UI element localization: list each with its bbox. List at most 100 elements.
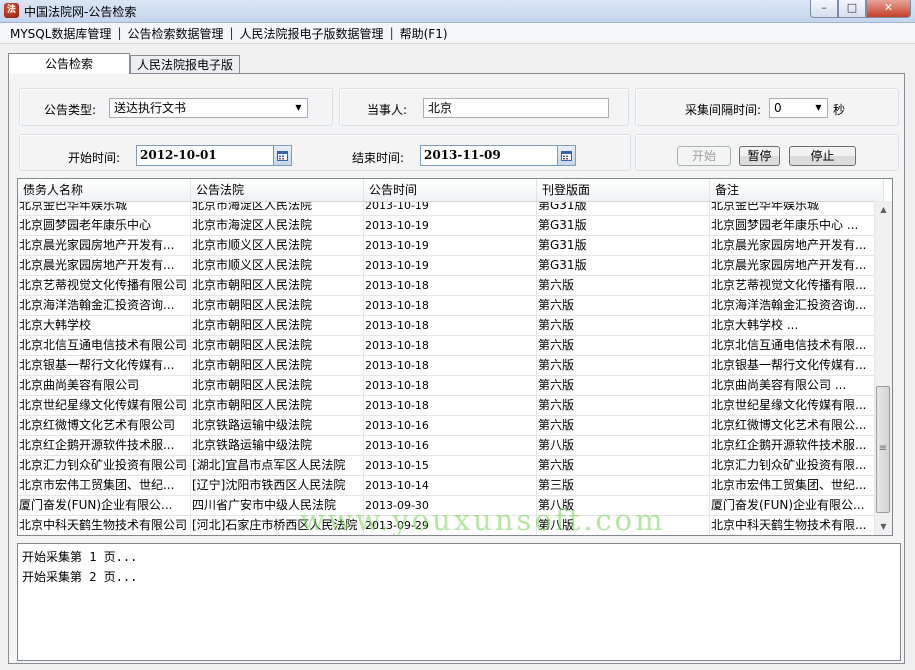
- cell-date: 2013-10-18: [364, 356, 537, 375]
- cell-debtor: 北京大韩学校: [18, 316, 191, 335]
- party-label: 当事人:: [367, 103, 408, 117]
- cell-date: 2013-10-16: [364, 436, 537, 455]
- cell-edition: 第G31版: [537, 256, 710, 275]
- menu-mysql[interactable]: MYSQL数据库管理: [6, 25, 115, 42]
- cell-date: 2013-10-18: [364, 336, 537, 355]
- window-title: 中国法院网-公告检索: [24, 5, 137, 19]
- interval-label: 采集间隔时间:: [685, 103, 762, 117]
- calendar-icon[interactable]: [273, 146, 291, 165]
- table-row[interactable]: 北京曲尚美容有限公司 北京市朝阳区人民法院 2013-10-18 第六版 北京曲尚美容有…: [18, 376, 884, 396]
- cell-court: 北京市朝阳区人民法院: [191, 356, 364, 375]
- cell-court: 北京市朝阳区人民法院: [191, 396, 364, 415]
- stop-button[interactable]: 停止: [789, 146, 856, 166]
- end-label: 结束时间:: [352, 151, 405, 165]
- cell-date: 2013-10-14: [364, 476, 537, 495]
- table-row[interactable]: 厦门奋发(FUN)企业有限公... 四川省广安市中级人民法院 2013-09-30 第…: [18, 496, 884, 516]
- cell-court: 四川省广安市中级人民法院: [191, 496, 364, 515]
- cell-court: [河北]石家庄市桥西区人民法院: [191, 516, 364, 535]
- menu-help[interactable]: 帮助(F1): [396, 25, 452, 42]
- scroll-up-icon[interactable]: ▲: [875, 201, 892, 218]
- cell-debtor: 北京圆梦园老年康乐中心: [18, 216, 191, 235]
- cell-edition: 第六版: [537, 356, 710, 375]
- cell-debtor: 北京银基一帮行文化传媒有...: [18, 356, 191, 375]
- column-header-edition[interactable]: 刊登版面: [537, 179, 710, 201]
- app-icon: 法: [4, 3, 19, 18]
- start-label: 开始时间:: [68, 151, 121, 165]
- cell-note: 北京海洋浩翰金汇投资咨询...: [710, 296, 884, 315]
- column-header-court[interactable]: 公告法院: [191, 179, 364, 201]
- cell-note: 北京红微博文化艺术有限公...: [710, 416, 884, 435]
- table-row[interactable]: 北京大韩学校 北京市朝阳区人民法院 2013-10-18 第六版 北京大韩学校 ...: [18, 316, 884, 336]
- type-label: 公告类型:: [44, 103, 97, 117]
- log-line: 开始采集第 2 页...: [22, 570, 138, 584]
- maximize-button[interactable]: □: [838, 0, 866, 18]
- results-grid[interactable]: 北京金巴华年娱乐城 北京市海淀区人民法院 2013-10-19 第G31版 北京金巴华年…: [17, 178, 893, 536]
- table-row[interactable]: 北京艺蒂视觉文化传播有限公司 北京市朝阳区人民法院 2013-10-18 第六版 北京艺…: [18, 276, 884, 296]
- cell-date: 2013-10-15: [364, 456, 537, 475]
- start-date-picker[interactable]: 2012-10-01: [136, 145, 292, 166]
- cell-court: [湖北]宜昌市点军区人民法院: [191, 456, 364, 475]
- cell-edition: 第八版: [537, 516, 710, 535]
- table-row[interactable]: 北京红企鹅开源软件技术服... 北京铁路运输中级法院 2013-10-16 第八版 北京…: [18, 436, 884, 456]
- cell-court: 北京铁路运输中级法院: [191, 416, 364, 435]
- column-header-note[interactable]: 备注: [710, 179, 884, 201]
- cell-date: 2013-10-18: [364, 316, 537, 335]
- log-output[interactable]: 开始采集第 1 页... 开始采集第 2 页...: [17, 543, 901, 661]
- table-row[interactable]: 北京晨光家园房地产开发有... 北京市顺义区人民法院 2013-10-19 第G31版…: [18, 256, 884, 276]
- grid-body: 北京金巴华年娱乐城 北京市海淀区人民法院 2013-10-19 第G31版 北京金巴华年…: [18, 196, 884, 535]
- tab-court-paper[interactable]: 人民法院报电子版: [130, 55, 241, 75]
- table-row[interactable]: 北京红微博文化艺术有限公司 北京铁路运输中级法院 2013-10-16 第六版 北京红微…: [18, 416, 884, 436]
- cell-court: 北京市朝阳区人民法院: [191, 296, 364, 315]
- column-header-debtor[interactable]: 债务人名称: [18, 179, 191, 201]
- type-group: 公告类型: 送达执行文书 ▼: [19, 88, 333, 126]
- tab-notice-search[interactable]: 公告检索: [8, 53, 130, 74]
- table-row[interactable]: 北京圆梦园老年康乐中心 北京市海淀区人民法院 2013-10-19 第G31版 北京圆梦…: [18, 216, 884, 236]
- table-row[interactable]: 北京汇力钊众矿业投资有限公司 [湖北]宜昌市点军区人民法院 2013-10-15 第六…: [18, 456, 884, 476]
- cell-note: 北京世纪星缘文化传媒有限...: [710, 396, 884, 415]
- type-dropdown[interactable]: 送达执行文书 ▼: [109, 98, 308, 118]
- column-header-date[interactable]: 公告时间: [364, 179, 537, 201]
- calendar-icon[interactable]: [557, 146, 575, 165]
- table-row[interactable]: 北京市宏伟工贸集团、世纪... [辽宁]沈阳市铁西区人民法院 2013-10-14 第…: [18, 476, 884, 496]
- table-row[interactable]: 北京海洋浩翰金汇投资咨询... 北京市朝阳区人民法院 2013-10-18 第六版 北京…: [18, 296, 884, 316]
- cell-edition: 第六版: [537, 396, 710, 415]
- table-row[interactable]: 北京中科天鹤生物技术有限公司 [河北]石家庄市桥西区人民法院 2013-09-29 第…: [18, 516, 884, 535]
- cell-debtor: 北京中科天鹤生物技术有限公司: [18, 516, 191, 535]
- table-row[interactable]: 北京世纪星缘文化传媒有限公司 北京市朝阳区人民法院 2013-10-18 第六版 北京世…: [18, 396, 884, 416]
- cell-court: 北京市顺义区人民法院: [191, 256, 364, 275]
- cell-note: 北京红企鹅开源软件技术服...: [710, 436, 884, 455]
- interval-dropdown[interactable]: 0 ▼: [769, 98, 828, 118]
- party-group: 当事人: 北京: [339, 88, 629, 126]
- minimize-button[interactable]: –: [810, 0, 838, 18]
- cell-edition: 第G31版: [537, 236, 710, 255]
- vertical-scrollbar[interactable]: ▲ ≡ ▼: [874, 201, 892, 535]
- start-button[interactable]: 开始: [677, 146, 731, 166]
- cell-debtor: 北京艺蒂视觉文化传播有限公司: [18, 276, 191, 295]
- end-date-value: 2013-11-09: [424, 148, 501, 162]
- end-date-picker[interactable]: 2013-11-09: [420, 145, 576, 166]
- close-button[interactable]: ✕: [866, 0, 911, 18]
- cell-note: 北京艺蒂视觉文化传播有限...: [710, 276, 884, 295]
- tab-strip: 公告检索 人民法院报电子版: [8, 53, 241, 75]
- cell-note: 北京银基一帮行文化传媒有...: [710, 356, 884, 375]
- cell-edition: 第六版: [537, 276, 710, 295]
- start-date-value: 2012-10-01: [140, 148, 217, 162]
- cell-edition: 第八版: [537, 436, 710, 455]
- party-input[interactable]: 北京: [423, 98, 609, 118]
- scroll-thumb[interactable]: ≡: [876, 386, 890, 513]
- table-row[interactable]: 北京晨光家园房地产开发有... 北京市顺义区人民法院 2013-10-19 第G31版…: [18, 236, 884, 256]
- interval-value: 0: [774, 101, 782, 115]
- table-row[interactable]: 北京北信互通电信技术有限公司 北京市朝阳区人民法院 2013-10-18 第六版 北京北…: [18, 336, 884, 356]
- cell-note: 北京市宏伟工贸集团、世纪...: [710, 476, 884, 495]
- cell-court: [辽宁]沈阳市铁西区人民法院: [191, 476, 364, 495]
- menu-notice-data[interactable]: 公告检索数据管理: [123, 25, 227, 42]
- table-row[interactable]: 北京银基一帮行文化传媒有... 北京市朝阳区人民法院 2013-10-18 第六版 北京…: [18, 356, 884, 376]
- menu-bar: MYSQL数据库管理 | 公告检索数据管理 | 人民法院报电子版数据管理 | 帮…: [0, 23, 915, 44]
- cell-court: 北京市顺义区人民法院: [191, 236, 364, 255]
- pause-button[interactable]: 暂停: [739, 146, 780, 166]
- scroll-down-icon[interactable]: ▼: [875, 518, 892, 535]
- interval-group: 采集间隔时间: 0 ▼ 秒: [635, 88, 899, 126]
- cell-edition: 第六版: [537, 456, 710, 475]
- cell-date: 2013-09-29: [364, 516, 537, 535]
- menu-court-paper-data[interactable]: 人民法院报电子版数据管理: [236, 25, 388, 42]
